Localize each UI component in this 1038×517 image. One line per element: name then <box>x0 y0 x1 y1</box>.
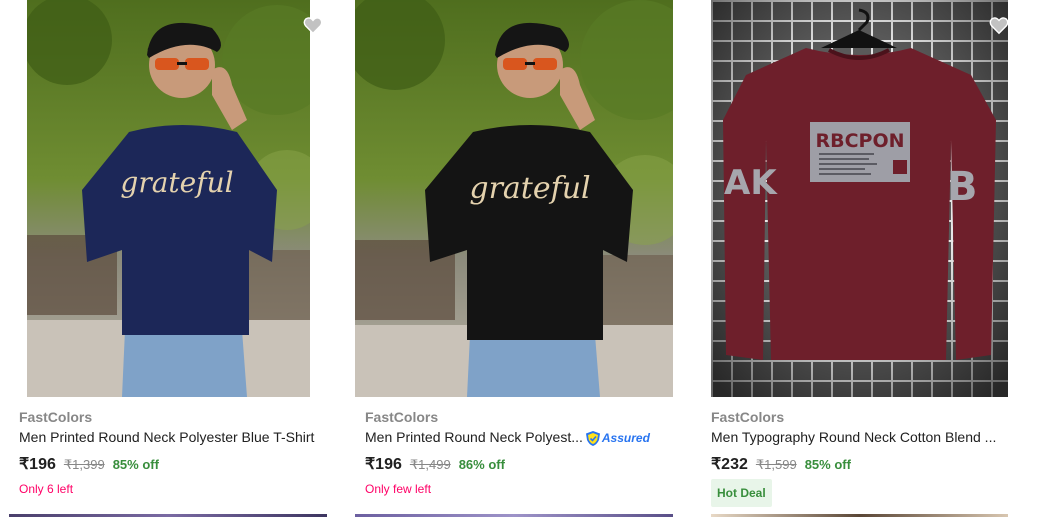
stock-status: Only 6 left <box>19 482 74 496</box>
product-photo-black: grateful <box>355 0 673 397</box>
product-title-text: Men Printed Round Neck Polyest... <box>365 429 583 445</box>
product-mrp: ₹1,599 <box>755 457 797 472</box>
price-row: ₹232 ₹1,599 85% off <box>711 454 851 474</box>
print-text: RBCPON <box>815 130 904 152</box>
product-card[interactable]: grateful FastColors Men Printed Round Ne… <box>0 0 330 517</box>
product-discount: 85% off <box>112 457 159 472</box>
product-image[interactable]: grateful <box>27 0 310 397</box>
product-image[interactable]: RBCPON AK B <box>711 0 1008 397</box>
product-mrp: ₹1,399 <box>63 457 105 472</box>
product-photo-blue: grateful <box>27 0 310 397</box>
print-text: grateful <box>469 171 590 206</box>
assured-label: Assured <box>601 431 650 446</box>
sleeve-left-text: AK <box>724 163 778 203</box>
product-mrp: ₹1,499 <box>409 457 451 472</box>
product-title[interactable]: Men Printed Round Neck Polyester Blue T-… <box>19 429 314 445</box>
sleeve-right-text: B <box>947 164 978 210</box>
product-image[interactable]: grateful <box>355 0 673 397</box>
hot-deal-badge: Hot Deal <box>711 479 772 507</box>
product-brand: FastColors <box>19 409 93 425</box>
product-title[interactable]: Men Typography Round Neck Cotton Blend .… <box>711 429 996 445</box>
product-discount: 86% off <box>458 457 505 472</box>
product-card[interactable]: RBCPON AK B FastColors Men Typography Ro… <box>692 0 1022 517</box>
product-price: ₹196 <box>19 456 56 473</box>
stock-status: Only few left <box>365 482 432 496</box>
product-brand: FastColors <box>711 409 785 425</box>
price-row: ₹196 ₹1,499 86% off <box>365 454 505 474</box>
product-title[interactable]: Men Printed Round Neck Polyest... Assured <box>365 429 650 447</box>
product-price: ₹196 <box>365 456 402 473</box>
price-row: ₹196 ₹1,399 85% off <box>19 454 159 474</box>
assured-badge: Assured <box>585 430 650 447</box>
product-price: ₹232 <box>711 456 748 473</box>
heart-icon[interactable] <box>302 14 324 36</box>
product-brand: FastColors <box>365 409 439 425</box>
product-card[interactable]: grateful FastColors Men Printed Round Ne… <box>346 0 676 517</box>
product-discount: 85% off <box>804 457 851 472</box>
print-text: grateful <box>120 166 233 199</box>
product-photo-maroon: RBCPON AK B <box>711 0 1008 397</box>
heart-icon[interactable] <box>988 14 1010 36</box>
assured-shield-icon <box>585 430 600 446</box>
